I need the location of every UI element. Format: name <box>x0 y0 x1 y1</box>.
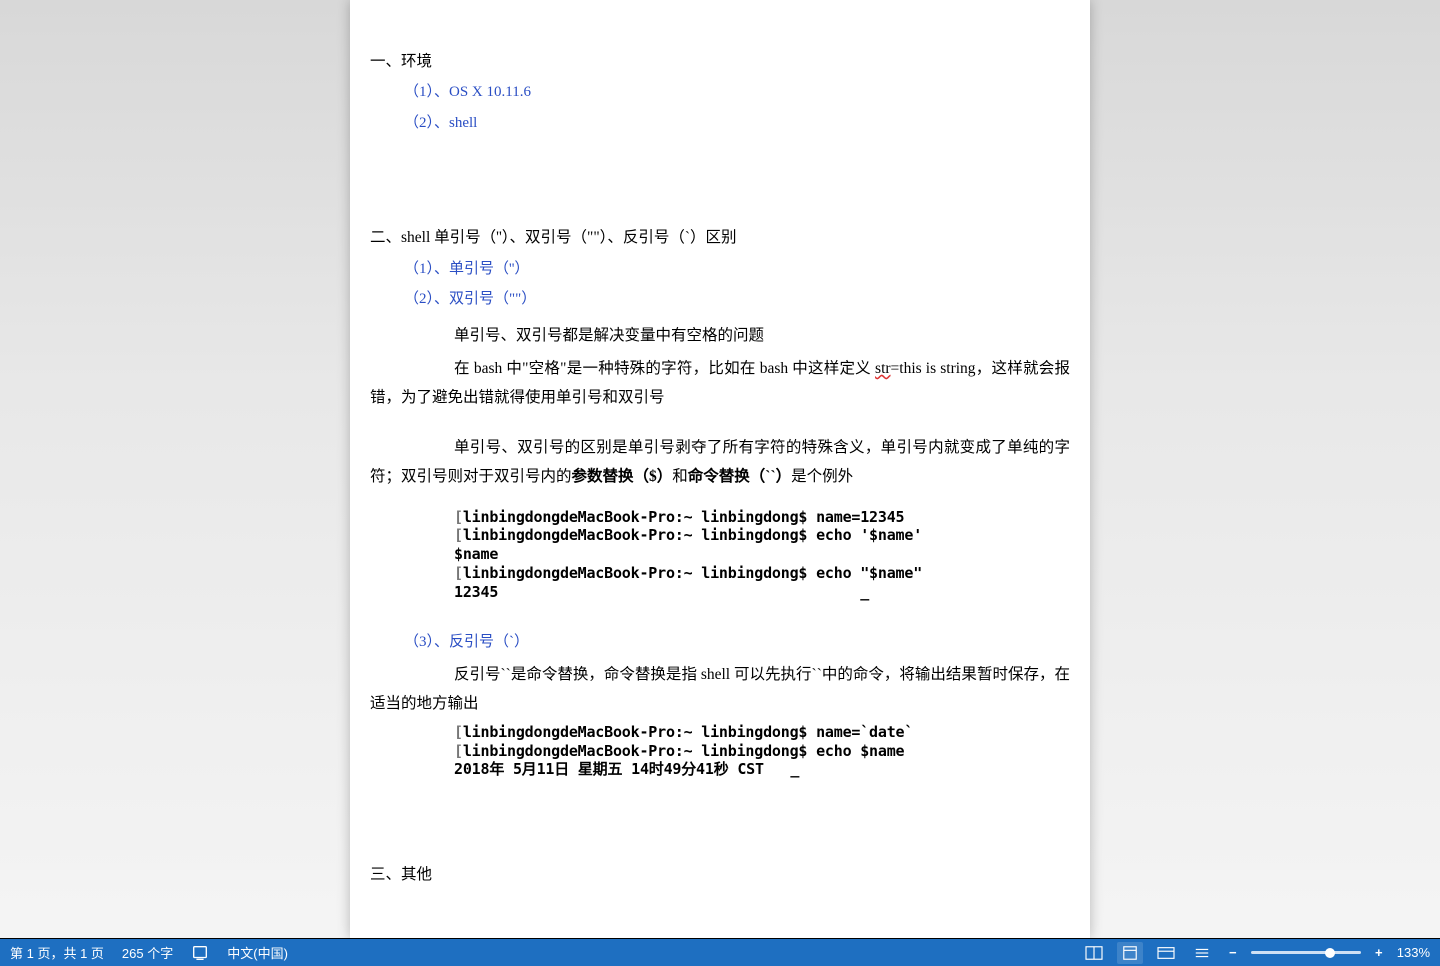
spellcheck-error: str <box>875 360 891 377</box>
view-web-layout-button[interactable] <box>1153 942 1179 964</box>
code-line: linbingdongdeMacBook-Pro:~ linbingdong$ … <box>463 508 905 526</box>
code-line: 2018年 5月11日 星期五 14时49分41秒 CST <box>454 760 764 778</box>
paragraph: 反引号``是命令替换，命令替换是指 shell 可以先执行``中的命令，将输出结… <box>370 660 1070 719</box>
code-line: linbingdongdeMacBook-Pro:~ linbingdong$ … <box>463 564 922 582</box>
status-bar: 第 1 页，共 1 页 265 个字 中文(中国) − + 133% <box>0 938 1440 966</box>
status-language[interactable]: 中文(中国) <box>227 943 288 962</box>
status-zoom-level[interactable]: 133% <box>1397 945 1430 960</box>
text: 是个例外 <box>791 468 853 485</box>
code-line: linbingdongdeMacBook-Pro:~ linbingdong$ … <box>463 723 913 741</box>
code-line: linbingdongdeMacBook-Pro:~ linbingdong$ … <box>463 742 905 760</box>
section-1-item-1: （1）、OS X 10.11.6 <box>404 81 1070 104</box>
status-word-count[interactable]: 265 个字 <box>122 943 173 962</box>
zoom-in-button[interactable]: + <box>1371 945 1387 960</box>
document-page[interactable]: 一、环境 （1）、OS X 10.11.6 （2）、shell 二、shell … <box>350 0 1090 938</box>
terminal-snippet-1: [linbingdongdeMacBook-Pro:~ linbingdong$… <box>454 508 1070 602</box>
view-read-mode-button[interactable] <box>1081 942 1107 964</box>
code-line: 12345 <box>454 583 498 601</box>
view-outline-button[interactable] <box>1189 942 1215 964</box>
section-1-title: 一、环境 <box>370 50 1070 73</box>
spellcheck-icon[interactable] <box>191 944 209 962</box>
document-workspace: 一、环境 （1）、OS X 10.11.6 （2）、shell 二、shell … <box>0 0 1440 938</box>
paragraph: 在 bash 中"空格"是一种特殊的字符，比如在 bash 中这样定义 str=… <box>370 354 1070 413</box>
text: 在 bash 中"空格"是一种特殊的字符，比如在 bash 中这样定义 <box>454 360 875 377</box>
zoom-slider-thumb[interactable] <box>1325 948 1335 958</box>
section-3-title: 三、其他 <box>370 863 1070 886</box>
paragraph: 单引号、双引号都是解决变量中有空格的问题 <box>370 321 1070 350</box>
text-bold: 参数替换（$） <box>572 468 673 485</box>
section-2-item-2: （2）、双引号（""） <box>404 288 1070 311</box>
status-page-info[interactable]: 第 1 页，共 1 页 <box>10 943 104 962</box>
text-bold: 命令替换（``） <box>688 468 791 485</box>
section-1-item-2: （2）、shell <box>404 112 1070 135</box>
code-line: linbingdongdeMacBook-Pro:~ linbingdong$ … <box>463 526 922 544</box>
text: 反引号``是命令替换，命令替换是指 shell 可以先执行``中的命令，将输出结… <box>370 666 1070 712</box>
text: 和 <box>672 468 688 485</box>
section-2-item-3: （3）、反引号（`） <box>404 631 1070 654</box>
paragraph: 单引号、双引号的区别是单引号剥夺了所有字符的特殊含义，单引号内就变成了单纯的字符… <box>370 433 1070 492</box>
section-2-title: 二、shell 单引号（''）、双引号（""）、反引号（`）区别 <box>370 226 1070 249</box>
zoom-slider[interactable] <box>1251 951 1361 954</box>
zoom-out-button[interactable]: − <box>1225 945 1241 960</box>
section-2-item-1: （1）、单引号（''） <box>404 258 1070 281</box>
code-line: $name <box>454 545 498 563</box>
terminal-snippet-2: [linbingdongdeMacBook-Pro:~ linbingdong$… <box>454 723 1070 779</box>
text: 单引号、双引号都是解决变量中有空格的问题 <box>454 327 764 344</box>
view-print-layout-button[interactable] <box>1117 942 1143 964</box>
